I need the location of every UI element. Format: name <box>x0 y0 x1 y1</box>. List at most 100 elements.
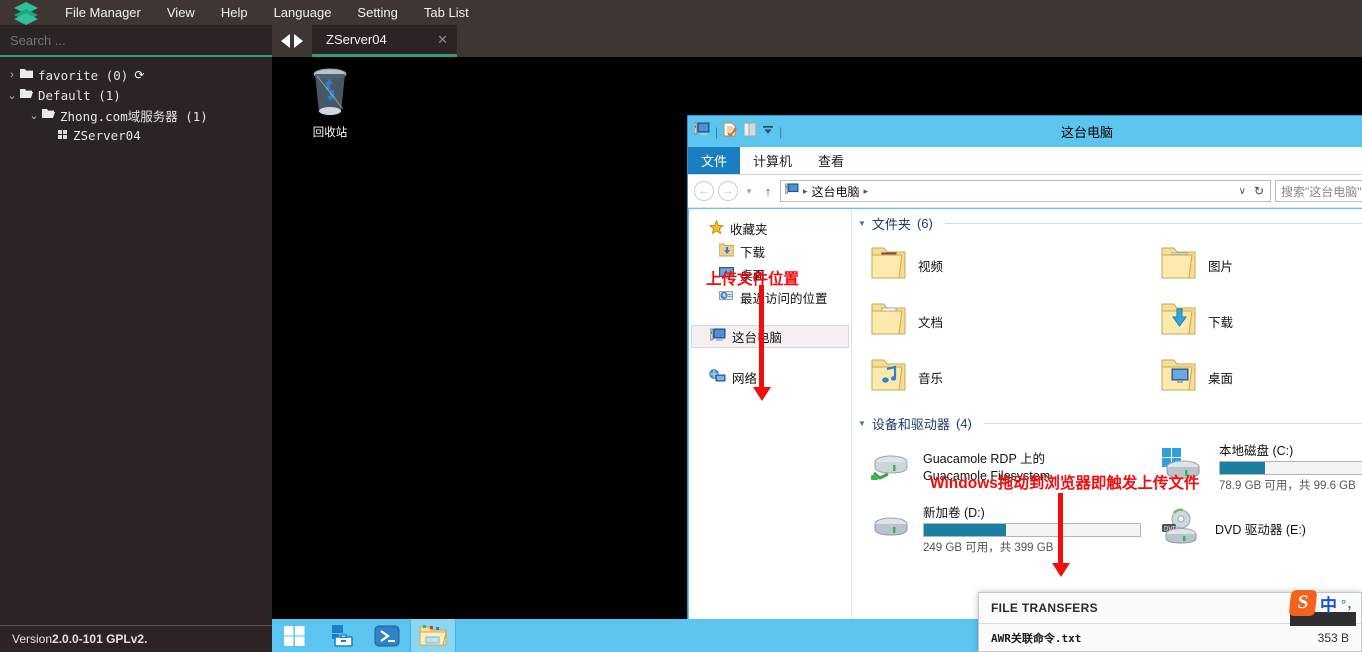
tree-item-favorite[interactable]: › favorite (0) ⟳ <box>0 65 272 85</box>
nav-item-downloads[interactable]: 下载 <box>689 240 851 263</box>
capacity-bar <box>1219 460 1362 475</box>
guacamole-logo-icon[interactable] <box>0 0 52 25</box>
dvd-drive-icon: DVD <box>1160 508 1206 553</box>
breadcrumb[interactable]: ▸ 这台电脑 ▸ ∨ ↻ <box>780 180 1271 202</box>
new-folder-icon[interactable] <box>743 122 757 142</box>
folder-tile-desktop[interactable]: 桌面 <box>1160 349 1362 405</box>
tree-label: Default (1) <box>38 87 121 103</box>
file-transfer-row[interactable]: AWR关联命令.txt 353 B <box>979 624 1361 652</box>
app-menubar: File Manager View Help Language Setting … <box>0 0 1362 25</box>
explorer-search-box[interactable]: 搜索"这台电脑" ⚲ <box>1275 180 1362 202</box>
taskbar-start-button[interactable] <box>272 619 318 652</box>
folder-tile-documents[interactable]: 文档 <box>870 293 1160 349</box>
refresh-icon[interactable]: ⟳ <box>134 68 144 82</box>
file-explorer-window[interactable]: | | 这台电脑 文件 计算机 查看 ← → ▾ ↑ ▸ 这台电脑 ▸ ∨ ↻ … <box>687 115 1362 652</box>
ime-toolbar[interactable]: S 中 °， <box>1288 586 1362 620</box>
this-pc-icon <box>709 328 726 346</box>
tree-item-zhong-domain[interactable]: ⌄ Zhong.com域服务器 (1) <box>0 105 272 125</box>
chevron-down-icon[interactable]: ⌄ <box>4 89 20 102</box>
downloads-folder-icon <box>1160 301 1198 342</box>
history-dropdown-icon[interactable]: ▾ <box>742 186 756 197</box>
desktop-folder-icon <box>1160 357 1198 398</box>
drive-tile-d[interactable]: 新加卷 (D:) 249 GB 可用，共 399 GB <box>870 499 1160 561</box>
breadcrumb-sep[interactable]: ▸ <box>864 186 869 197</box>
group-rule <box>944 223 1362 224</box>
dropdown-caret-icon[interactable] <box>762 123 774 141</box>
tab-scroll-arrows[interactable] <box>272 25 312 57</box>
address-dropdown-icon[interactable]: ∨ <box>1235 186 1250 197</box>
downloads-icon <box>718 243 735 260</box>
ribbon-tab-view[interactable]: 查看 <box>805 147 857 174</box>
nav-item-label: 收藏夹 <box>730 223 768 237</box>
star-icon <box>708 219 725 238</box>
menu-view[interactable]: View <box>154 0 208 25</box>
ribbon-tab-computer[interactable]: 计算机 <box>740 147 805 174</box>
explorer-titlebar[interactable]: | | 这台电脑 <box>688 116 1362 147</box>
version-prefix: Version <box>12 632 53 646</box>
collapse-triangle-icon[interactable]: ▼ <box>858 419 866 428</box>
forward-button[interactable]: → <box>718 181 738 201</box>
group-header-drives[interactable]: ▼ 设备和驱动器 (4) <box>852 409 1362 437</box>
group-count: (4) <box>955 416 972 431</box>
drive-info: 本地磁盘 (C:) 78.9 GB 可用，共 99.6 GB <box>1219 444 1362 493</box>
up-button[interactable]: ↑ <box>760 184 776 199</box>
nav-item-network[interactable]: 网络 <box>689 366 851 389</box>
nav-item-recent-places[interactable]: 最近访问的位置 <box>689 286 851 309</box>
folder-label: 下载 <box>1208 315 1234 330</box>
tab-zserver04[interactable]: ZServer04 ✕ <box>312 25 457 57</box>
folder-tile-pictures[interactable]: 图片 <box>1160 237 1362 293</box>
collapse-triangle-icon[interactable]: ▼ <box>858 219 866 228</box>
folder-open-icon <box>20 88 33 102</box>
nav-item-label: 这台电脑 <box>732 331 783 345</box>
tree-item-default[interactable]: ⌄ Default (1) <box>0 85 272 105</box>
search-input[interactable] <box>0 31 272 49</box>
windows-start-icon <box>284 625 305 646</box>
chevron-right-icon[interactable]: › <box>4 69 20 81</box>
drive-name-line1: DVD 驱动器 (E:) <box>1215 522 1306 537</box>
ime-punctuation-icon[interactable]: °， <box>1341 594 1359 613</box>
menu-tab-list[interactable]: Tab List <box>411 0 482 25</box>
desktop-icon-label: 回收站 <box>312 127 348 139</box>
back-button[interactable]: ← <box>694 181 714 201</box>
drive-name-line1: 新加卷 (D:) <box>923 505 985 520</box>
group-header-folders[interactable]: ▼ 文件夹 (6) <box>852 209 1362 237</box>
capacity-bar-fill <box>1220 461 1266 474</box>
annotation-arrow-shaft <box>759 285 764 391</box>
annotation-drag-to-browser: Windows拖动到浏览器即触发上传文件 <box>930 475 1200 492</box>
drive-tile-dvd[interactable]: DVD DVD 驱动器 (E:) <box>1160 499 1362 561</box>
group-count: (6) <box>916 216 933 231</box>
menu-setting[interactable]: Setting <box>344 0 410 25</box>
properties-icon[interactable] <box>723 122 738 142</box>
taskbar-powershell[interactable] <box>364 619 410 652</box>
explorer-content-pane[interactable]: ▼ 文件夹 (6) 视频 图片 文档 下载 音乐 桌面 ▼ 设备和驱动器 (4)… <box>852 209 1362 636</box>
menu-help[interactable]: Help <box>208 0 261 25</box>
this-pc-icon[interactable] <box>693 122 710 142</box>
remote-desktop-canvas[interactable]: 回收站 | | 这台电脑 文件 计算机 查看 ← → ▾ ↑ ▸ 这台电脑 ▸ … <box>272 57 1362 652</box>
folder-tile-music[interactable]: 音乐 <box>870 349 1160 405</box>
folder-open-icon <box>42 108 55 122</box>
refresh-icon[interactable]: ↻ <box>1254 184 1266 198</box>
ime-mode-indicator[interactable]: 中 <box>1320 591 1337 616</box>
folder-tile-videos[interactable]: 视频 <box>870 237 1160 293</box>
taskbar-server-manager[interactable] <box>318 619 364 652</box>
tree-item-zserver04[interactable]: ZServer04 <box>0 125 272 145</box>
search-box[interactable] <box>0 25 272 57</box>
sogou-logo-icon[interactable]: S <box>1288 590 1318 616</box>
drive-info: 新加卷 (D:) 249 GB 可用，共 399 GB <box>923 506 1141 555</box>
capacity-bar-fill <box>924 523 1007 536</box>
ribbon-tab-file[interactable]: 文件 <box>688 147 741 174</box>
nav-item-favorites[interactable]: 收藏夹 <box>689 217 851 240</box>
chevron-down-icon[interactable]: ⌄ <box>26 109 42 122</box>
breadcrumb-item-this-pc[interactable]: 这台电脑 <box>812 183 860 200</box>
folder-tile-downloads[interactable]: 下载 <box>1160 293 1362 349</box>
folder-label: 桌面 <box>1208 371 1234 386</box>
menu-language[interactable]: Language <box>261 0 345 25</box>
nav-item-this-pc[interactable]: 这台电脑 <box>691 325 849 348</box>
server-manager-icon <box>332 624 353 647</box>
nav-item-label: 网络 <box>732 372 758 386</box>
close-icon[interactable]: ✕ <box>421 32 448 48</box>
desktop-icon-recycle-bin[interactable]: 回收站 <box>292 67 368 140</box>
taskbar-file-explorer[interactable] <box>410 619 456 652</box>
drives-grid: Guacamole RDP 上的 Guacamole Filesystem 本地… <box>852 437 1362 561</box>
menu-file-manager[interactable]: File Manager <box>52 0 154 25</box>
